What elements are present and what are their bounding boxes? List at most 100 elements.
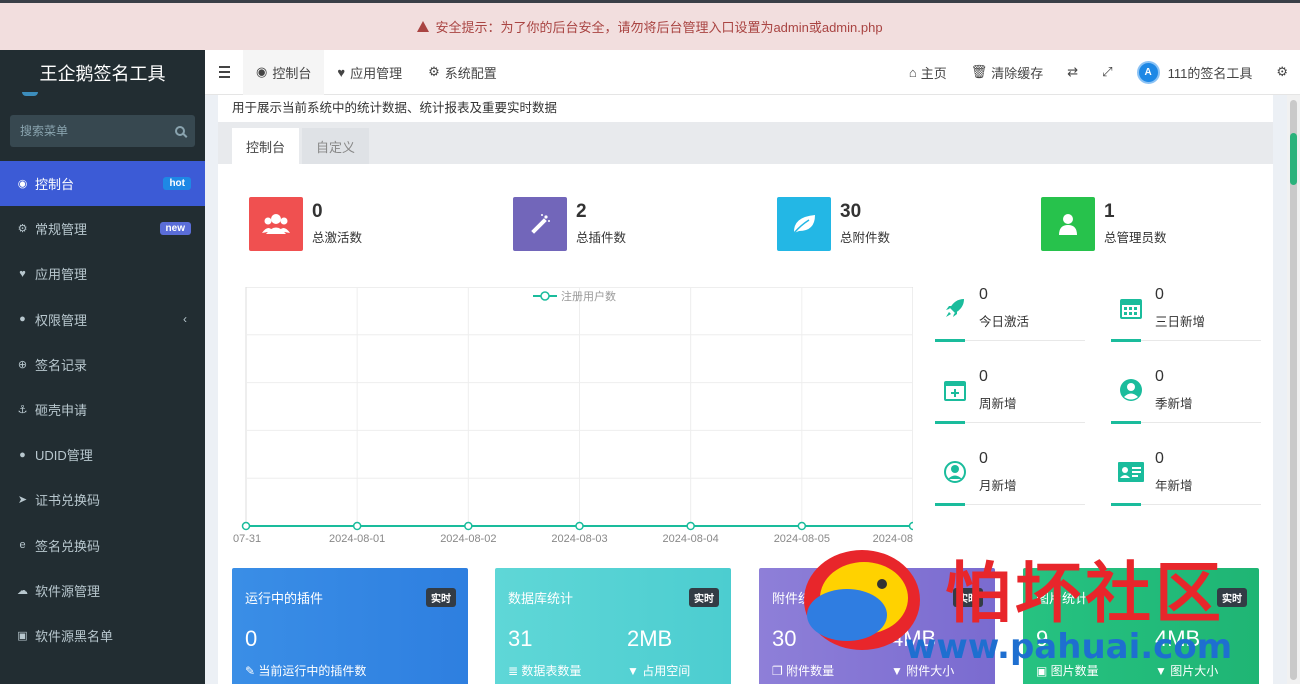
box-icon: ▣ bbox=[17, 629, 28, 642]
brand-title: 王企鹅签名工具 bbox=[39, 63, 166, 84]
cogs-icon: ⚙ bbox=[17, 223, 28, 236]
translate-button[interactable]: ⇄ bbox=[1055, 50, 1090, 95]
sidebar-item-label: 常规管理 bbox=[35, 222, 88, 238]
card-sub: ≣ 数据表数量 bbox=[508, 662, 581, 679]
mini-stat-label: 周新增 bbox=[979, 397, 1017, 411]
tab-dashboard[interactable]: ◉ 控制台 bbox=[243, 49, 325, 95]
sidebar-item-decrypt-requests[interactable]: ⚓ 砸壳申请 bbox=[0, 387, 205, 432]
series-point bbox=[464, 521, 473, 531]
dashboard-icon: ◉ bbox=[256, 64, 268, 79]
calendar-icon bbox=[1111, 288, 1151, 328]
sidebar-item-label: 砸壳申请 bbox=[35, 403, 88, 419]
series-point bbox=[908, 521, 918, 531]
mini-stat-label: 三日新增 bbox=[1155, 315, 1206, 329]
stat-total-attachments: 30 总附件数 bbox=[777, 196, 1017, 251]
x-tick-label: 2024-08-04 bbox=[663, 533, 719, 545]
sidebar-item-udid[interactable]: ● UDID管理 bbox=[0, 432, 205, 477]
sidebar-item-sign-records[interactable]: ⊕ 签名记录 bbox=[0, 342, 205, 387]
sidebar-item-label: 应用管理 bbox=[35, 267, 88, 283]
warning-icon bbox=[417, 21, 430, 32]
sidebar-item-label: 控制台 bbox=[35, 177, 75, 193]
home-icon: ⌂ bbox=[908, 64, 917, 80]
paper-plane-icon: ➤ bbox=[17, 494, 28, 507]
user-name: 111的签名工具 bbox=[1167, 65, 1253, 81]
sidebar-item-sign-codes[interactable]: e 签名兑换码 bbox=[0, 523, 205, 568]
top-navbar: ◉ 控制台 ♥ 应用管理 ⚙ 系统配置 ⌂ 主页 🗑 清除缓存 ⇄ ⤢ A 11… bbox=[205, 49, 1300, 95]
stat-label: 总附件数 bbox=[840, 231, 891, 245]
mini-stat-value: 0 bbox=[1155, 368, 1164, 385]
files-icon: ❐ bbox=[772, 664, 787, 678]
gear-icon: ⚙ bbox=[428, 64, 440, 79]
sidebar-item-label: 证书兑换码 bbox=[35, 493, 101, 509]
hot-badge: hot bbox=[163, 177, 191, 191]
realtime-badge: 实时 bbox=[689, 588, 719, 607]
mini-stat-value: 0 bbox=[1155, 286, 1164, 303]
chevron-left-icon: ‹ bbox=[183, 312, 187, 327]
users-icon bbox=[249, 196, 303, 251]
sidebar-item-permissions[interactable]: ● 权限管理 ‹ bbox=[0, 297, 205, 342]
x-tick-label: 2024-08-03 bbox=[551, 533, 607, 545]
realtime-badge: 实时 bbox=[426, 588, 456, 607]
sidebar-item-cert-codes[interactable]: ➤ 证书兑换码 bbox=[0, 477, 205, 522]
brand-decoration bbox=[22, 92, 38, 96]
line-chart: 07-31 2024-08-01 2024-08-02 2024-08-03 2024-… bbox=[233, 286, 918, 545]
card-value: 0 bbox=[245, 626, 258, 651]
apple-icon: ● bbox=[19, 448, 26, 461]
home-link[interactable]: ⌂ 主页 bbox=[897, 50, 959, 95]
mini-stat-three-days: 0 三日新增 bbox=[1111, 286, 1261, 346]
magic-icon: ✎ bbox=[245, 664, 259, 678]
legend-label: 注册用户数 bbox=[561, 289, 616, 303]
mini-stat-value: 0 bbox=[1155, 450, 1164, 467]
sidebar-item-general[interactable]: ⚙ 常规管理 new bbox=[0, 206, 205, 251]
clear-cache-label: 清除缓存 bbox=[991, 65, 1044, 81]
tab-custom[interactable]: 自定义 bbox=[302, 128, 370, 164]
menu-toggle-icon[interactable] bbox=[205, 66, 243, 78]
mini-stat-quarter: 0 季新增 bbox=[1111, 368, 1261, 428]
tab-system-config[interactable]: ⚙ 系统配置 bbox=[415, 50, 510, 95]
stat-total-plugins: 2 总插件数 bbox=[513, 196, 753, 251]
users-icon: ● bbox=[19, 313, 26, 326]
clear-cache-button[interactable]: 🗑 清除缓存 bbox=[959, 50, 1056, 95]
sidebar-item-apps[interactable]: ♥ 应用管理 bbox=[0, 251, 205, 296]
mini-stat-year: 0 年新增 bbox=[1111, 450, 1261, 510]
mini-stat-week: 0 周新增 bbox=[935, 368, 1085, 428]
card-sub-label: 当前运行中的插件数 bbox=[258, 664, 367, 678]
brand-logo[interactable]: 王企鹅签名工具 bbox=[0, 50, 205, 96]
settings-button[interactable]: ⚙ bbox=[1264, 50, 1300, 95]
alert-text: 安全提示：为了你的后台安全，请勿将后台管理入口设置为admin或admin.ph… bbox=[435, 20, 883, 35]
rocket-icon bbox=[935, 288, 975, 328]
series-point bbox=[352, 521, 362, 531]
watermark-text: 怕坏社区 bbox=[945, 554, 1225, 632]
tab-console[interactable]: 控制台 bbox=[232, 128, 300, 164]
heart-icon: ♥ bbox=[337, 64, 346, 80]
scrollbar-thumb[interactable] bbox=[1290, 133, 1297, 185]
sidebar: 王企鹅签名工具 ◉ 控制台 hot ⚙ 常规管理 new ♥ 应用管理 ● 权限… bbox=[0, 50, 205, 684]
mini-stat-value: 0 bbox=[979, 368, 988, 385]
card-value: 31 bbox=[508, 626, 533, 651]
user-circle-icon bbox=[1111, 370, 1151, 410]
translate-icon: ⇄ bbox=[1067, 64, 1079, 79]
sidebar-item-label: 软件源黑名单 bbox=[35, 628, 114, 644]
series-point bbox=[686, 521, 695, 531]
fullscreen-button[interactable]: ⤢ bbox=[1090, 50, 1124, 95]
sidebar-item-repo-blacklist[interactable]: ▣ 软件源黑名单 bbox=[0, 613, 205, 658]
user-menu[interactable]: A 111的签名工具 bbox=[1125, 50, 1265, 95]
search-icon[interactable] bbox=[175, 126, 185, 136]
watermark-url: www.pahuai.com bbox=[905, 627, 1233, 667]
page-description: 用于展示当前系统中的统计数据、统计报表及重要实时数据 bbox=[232, 101, 558, 115]
mini-stat-today: 0 今日激活 bbox=[935, 286, 1085, 346]
menu-search-input[interactable] bbox=[20, 124, 175, 138]
stat-label: 总激活数 bbox=[312, 231, 363, 245]
mini-stat-label: 今日激活 bbox=[979, 315, 1030, 329]
tab-apps[interactable]: ♥ 应用管理 bbox=[324, 50, 415, 95]
sidebar-item-label: 签名记录 bbox=[35, 357, 88, 373]
sidebar-item-repo[interactable]: ☁ 软件源管理 bbox=[0, 568, 205, 613]
stat-value: 1 bbox=[1104, 201, 1115, 222]
id-card-icon bbox=[1111, 452, 1151, 492]
sidebar-item-label: 权限管理 bbox=[35, 312, 88, 328]
sidebar-item-dashboard[interactable]: ◉ 控制台 hot bbox=[0, 161, 205, 207]
new-badge: new bbox=[159, 222, 191, 236]
tab-label: 系统配置 bbox=[444, 65, 497, 81]
cloud-icon: ☁ bbox=[17, 584, 28, 597]
menu-search bbox=[10, 115, 195, 147]
